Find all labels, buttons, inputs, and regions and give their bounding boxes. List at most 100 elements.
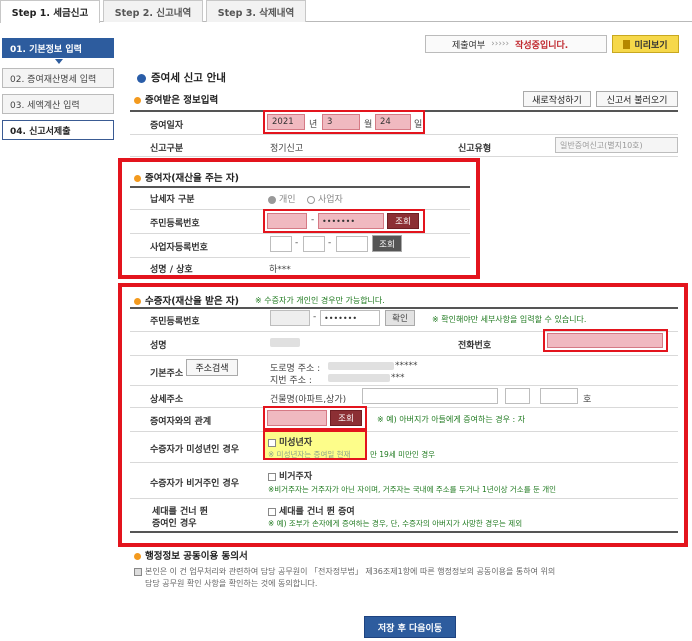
jibun-addr-tail: *** <box>391 373 405 383</box>
giver-lookup-button[interactable]: 조회 <box>387 213 419 229</box>
confirm-note: ※ 확인해야만 세부사항을 입력할 수 있습니다. <box>432 315 587 324</box>
sidebar-item-submit[interactable]: 04. 신고서제출 <box>2 120 114 140</box>
receiver-rrn-label: 주민등록번호 <box>150 317 200 327</box>
nonres-label: 수증자가 비거주인 경우 <box>150 479 240 489</box>
bullet-icon <box>134 553 141 560</box>
rrn-dash: - <box>313 312 317 322</box>
phone-field[interactable] <box>547 333 663 348</box>
sidebar-item-property[interactable]: 02. 증여재산명세 입력 <box>2 68 114 88</box>
giver-brn-label: 사업자등록번호 <box>150 243 208 253</box>
skip-note: ※ 예) 조부가 손자에게 증여하는 경우, 단, 수증자의 아버지가 사망한 … <box>268 519 523 528</box>
radio-icon <box>268 195 276 204</box>
minor-checkbox[interactable]: 미성년자 <box>268 435 312 448</box>
checkbox-icon <box>268 507 276 516</box>
type-label: 신고구분 <box>150 144 184 154</box>
phone-label: 전화번호 <box>458 341 492 351</box>
building-input[interactable] <box>362 388 498 404</box>
ho-unit: 호 <box>583 395 592 405</box>
brn-field-1[interactable] <box>270 236 292 252</box>
new-write-button[interactable]: 새로작성하기 <box>523 91 591 107</box>
date-label: 증여일자 <box>150 121 184 131</box>
bullet-icon <box>134 175 141 182</box>
relation-note: ※ 예) 아버지가 아들에게 증여하는 경우 : 자 <box>377 415 526 424</box>
type-value: 정기신고 <box>270 144 304 154</box>
individual-radio[interactable]: 개인 <box>268 192 296 205</box>
addr-search-button[interactable]: 주소검색 <box>186 359 238 376</box>
receiver-confirm-button[interactable]: 확인 <box>385 310 415 326</box>
giver-rrn-front[interactable] <box>267 213 307 229</box>
received-section-title: 증여받은 정보입력 <box>134 92 218 106</box>
day-select[interactable]: 24 <box>375 114 411 130</box>
tab-step2[interactable]: Step 2. 신고내역 <box>103 0 203 22</box>
building-label: 건물명(아파트,상가) <box>270 395 347 405</box>
road-addr-value <box>328 362 394 370</box>
radio-icon <box>307 195 315 204</box>
receiver-name-value <box>270 338 300 347</box>
brn-field-3[interactable] <box>336 236 368 252</box>
year-select[interactable]: 2021 <box>267 114 305 130</box>
receiver-section-title: 수증자(재산을 받은 자) <box>134 293 239 307</box>
preview-icon <box>623 39 631 49</box>
brn-dash-1: - <box>295 238 299 248</box>
consent-title: 행정정보 공동이용 동의서 <box>134 548 248 562</box>
minor-note: ※ 미성년자는 증여일 현재 <box>268 450 351 459</box>
sidebar-item-basic-info[interactable]: 01. 기본정보 입력 <box>2 38 114 58</box>
giver-name-value: 하*** <box>269 265 291 275</box>
nonres-checkbox[interactable]: 비거주자 <box>268 469 312 482</box>
detail-addr-label: 상세주소 <box>150 395 184 405</box>
receiver-name-label: 성명 <box>150 341 167 351</box>
minor-note-2: 만 19세 미만인 경우 <box>370 450 435 459</box>
page-title: 증여세 신고 안내 <box>137 70 226 85</box>
bullet-icon <box>134 97 141 104</box>
brn-dash-2: - <box>328 238 332 248</box>
kind-select[interactable]: 일반증여신고(별지10호) <box>555 137 678 153</box>
business-radio[interactable]: 사업자 <box>307 192 343 205</box>
relation-lookup-button[interactable]: 조회 <box>330 410 362 426</box>
consent-checkbox[interactable] <box>134 567 142 576</box>
year-unit: 년 <box>309 120 318 130</box>
tax-type-label: 납세자 구분 <box>150 195 195 205</box>
month-unit: 월 <box>364 120 373 130</box>
status-arrows: ››››› <box>491 39 510 49</box>
consent-text: 본인은 이 건 업무처리와 관련하여 담당 공무원이 「전자정부법」 제36조제… <box>134 566 684 590</box>
nonres-note: ※비거주자는 거주자가 아닌 자이며, 거주자는 국내에 주소를 두거나 1년이… <box>268 485 557 494</box>
ho-input[interactable] <box>540 388 578 404</box>
save-next-button[interactable]: 저장 후 다음이동 <box>364 616 456 638</box>
skip-label-2: 증여인 경우 <box>152 519 197 529</box>
skip-checkbox[interactable]: 세대를 건너 뛴 증여 <box>268 504 355 517</box>
status-value: 작성중입니다. <box>515 40 569 51</box>
sidebar-arrow <box>55 59 63 64</box>
relation-field[interactable] <box>267 410 327 426</box>
road-addr-tail: ***** <box>395 361 418 371</box>
month-select[interactable]: 3 <box>322 114 360 130</box>
receiver-title-note: ※ 수증자가 개인인 경우만 가능합니다. <box>255 296 385 305</box>
preview-label: 미리보기 <box>634 40 668 51</box>
jibun-addr-value <box>328 374 390 382</box>
sidebar-item-tax-calc[interactable]: 03. 세액계산 입력 <box>2 94 114 114</box>
relation-label: 증여자와의 관계 <box>150 417 212 427</box>
status-label: 제출여부 <box>452 40 486 51</box>
giver-section-title: 증여자(재산을 주는 자) <box>134 170 239 184</box>
jibun-addr-label: 지번 주소 : <box>270 376 312 386</box>
receiver-rrn-back[interactable]: ••••••• <box>320 310 380 326</box>
giver-rrn-label: 주민등록번호 <box>150 219 200 229</box>
tab-bar: Step 1. 세금신고 Step 2. 신고내역 Step 3. 삭제내역 <box>0 0 692 23</box>
submit-status-bar: 제출여부 ››››› 작성중입니다. <box>425 35 607 53</box>
kind-label: 신고유형 <box>458 144 492 154</box>
giver-rrn-back[interactable]: ••••••• <box>318 213 384 229</box>
rrn-dash: - <box>311 215 315 225</box>
checkbox-icon <box>268 438 276 447</box>
brn-field-2[interactable] <box>303 236 325 252</box>
dong-input[interactable] <box>505 388 530 404</box>
brn-lookup-button[interactable]: 조회 <box>372 235 402 252</box>
load-return-button[interactable]: 신고서 불러오기 <box>596 91 678 107</box>
addr-label: 기본주소 <box>150 369 184 379</box>
tab-step1[interactable]: Step 1. 세금신고 <box>0 0 100 23</box>
receiver-rrn-front[interactable] <box>270 310 310 326</box>
title-dot-icon <box>137 73 146 83</box>
tab-step3[interactable]: Step 3. 삭제내역 <box>206 0 306 22</box>
day-unit: 일 <box>414 120 423 130</box>
bullet-icon <box>134 298 141 305</box>
minor-label: 수증자가 미성년인 경우 <box>150 445 240 455</box>
preview-button[interactable]: 미리보기 <box>612 35 679 53</box>
